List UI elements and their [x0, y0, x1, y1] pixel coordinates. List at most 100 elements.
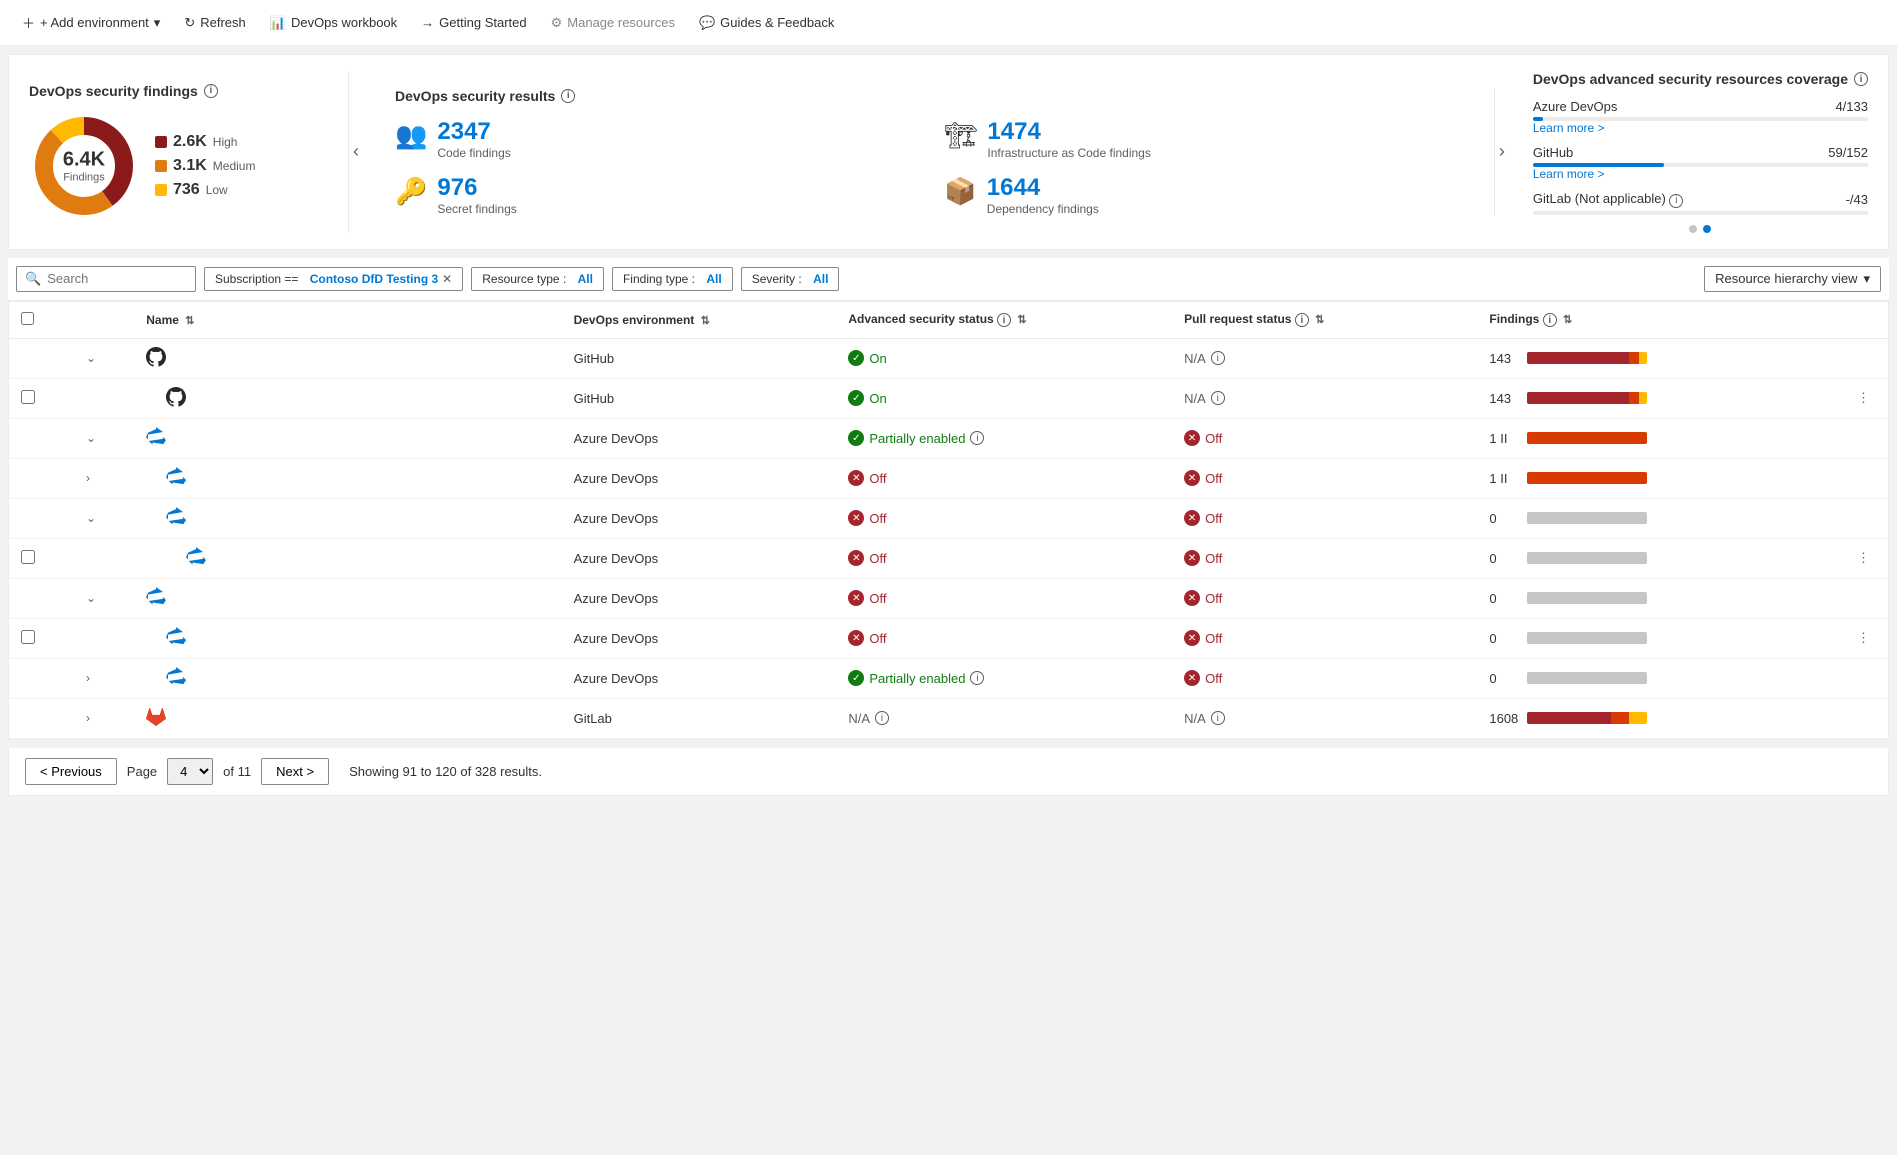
bar-gray: [1527, 632, 1647, 644]
expand-button[interactable]: ›: [82, 469, 94, 487]
row-checkbox-cell: [9, 698, 70, 738]
devops-workbook-button[interactable]: 📊 DevOps workbook: [260, 9, 407, 37]
env-sort-icon[interactable]: ⇅: [701, 315, 710, 327]
search-box[interactable]: 🔍: [16, 266, 196, 292]
results-info-icon[interactable]: i: [561, 89, 575, 103]
gitlab-info-icon[interactable]: i: [1669, 194, 1683, 208]
table-row: GitHub✓ OnN/A i 143 ⋮: [9, 378, 1888, 418]
row-expand-cell: [70, 378, 134, 418]
x-icon: ✕: [1184, 430, 1200, 446]
row-icon: [146, 595, 166, 610]
findings-count: 0: [1489, 631, 1521, 646]
pr-info-icon[interactable]: i: [1295, 313, 1309, 327]
row-expand-cell: ›: [70, 698, 134, 738]
expand-button[interactable]: ›: [82, 709, 94, 727]
row-checkbox-cell: [9, 418, 70, 458]
view-selector[interactable]: Resource hierarchy view ▾: [1704, 266, 1881, 292]
refresh-button[interactable]: ↻ Refresh: [174, 9, 255, 37]
legend-high: 2.6K High: [155, 133, 255, 151]
coverage-info-icon[interactable]: i: [1854, 72, 1868, 86]
getting-started-button[interactable]: → Getting Started: [411, 9, 536, 36]
header-name-col[interactable]: Name ⇅: [134, 302, 561, 339]
expand-button[interactable]: ›: [82, 669, 94, 687]
x-icon: ✕: [848, 550, 864, 566]
x-icon: ✕: [1184, 470, 1200, 486]
results-wrapper: ‹ DevOps security results i 👥 2347 Code …: [349, 71, 1509, 233]
name-sort-icon[interactable]: ⇅: [185, 315, 194, 327]
row-more-actions-button[interactable]: ⋮: [1851, 626, 1876, 649]
select-all-checkbox[interactable]: [21, 312, 34, 325]
row-env-cell: Azure DevOps: [562, 418, 837, 458]
table-row: Azure DevOps✕ Off✕ Off 0 ⋮: [9, 618, 1888, 658]
x-icon: ✕: [848, 630, 864, 646]
header-env-col[interactable]: DevOps environment ⇅: [562, 302, 837, 339]
previous-button[interactable]: < Previous: [25, 758, 117, 785]
x-icon: ✕: [848, 590, 864, 606]
check-icon: ✓: [848, 350, 864, 366]
pr-status-off: ✕ Off: [1184, 510, 1465, 526]
carousel-dot-1: [1689, 225, 1697, 233]
findings-bar-chart: [1527, 432, 1647, 444]
findings-count: 0: [1489, 591, 1521, 606]
na-info-icon[interactable]: i: [875, 711, 889, 725]
header-security-col[interactable]: Advanced security status i ⇅: [836, 302, 1172, 339]
na-info-icon[interactable]: i: [1211, 351, 1225, 365]
manage-resources-button[interactable]: ⚙ Manage resources: [541, 9, 685, 37]
security-info-icon[interactable]: i: [997, 313, 1011, 327]
coverage-github: GitHub 59/152 Learn more >: [1533, 145, 1868, 181]
row-expand-cell: ⌄: [70, 498, 134, 538]
row-checkbox-cell: [9, 498, 70, 538]
next-button[interactable]: Next >: [261, 758, 329, 785]
azure-devops-learn-more-link[interactable]: Learn more >: [1533, 121, 1868, 135]
carousel-next-button[interactable]: ›: [1495, 137, 1509, 166]
row-more-actions-button[interactable]: ⋮: [1851, 546, 1876, 569]
pr-sort-icon[interactable]: ⇅: [1315, 314, 1324, 326]
carousel-prev-button[interactable]: ‹: [349, 137, 363, 166]
guides-button[interactable]: 💬 Guides & Feedback: [689, 9, 844, 37]
row-actions-cell: [1813, 338, 1888, 378]
row-checkbox[interactable]: [21, 630, 35, 644]
na-info-icon[interactable]: i: [1211, 711, 1225, 725]
finding-type-filter[interactable]: Finding type : All: [612, 267, 733, 291]
row-findings-cell: 1608: [1477, 698, 1813, 738]
row-checkbox[interactable]: [21, 550, 35, 564]
security-sort-icon[interactable]: ⇅: [1017, 314, 1026, 326]
row-expand-cell: ›: [70, 458, 134, 498]
chart-icon: 📊: [270, 15, 286, 31]
findings-bar: 0: [1489, 591, 1801, 606]
collapse-button[interactable]: ⌄: [82, 589, 100, 607]
pr-status-na: N/A i: [1184, 351, 1465, 366]
na-info-icon[interactable]: i: [1211, 391, 1225, 405]
collapse-button[interactable]: ⌄: [82, 509, 100, 527]
row-more-actions-button[interactable]: ⋮: [1851, 386, 1876, 409]
findings-title: DevOps security findings i: [29, 83, 255, 99]
resource-type-filter[interactable]: Resource type : All: [471, 267, 604, 291]
row-name-cell: [134, 658, 561, 698]
github-learn-more-link[interactable]: Learn more >: [1533, 167, 1868, 181]
header-pr-col[interactable]: Pull request status i ⇅: [1172, 302, 1477, 339]
partial-info-icon[interactable]: i: [970, 431, 984, 445]
row-icon: [166, 515, 186, 530]
pr-status-na: N/A i: [1184, 711, 1465, 726]
partial-info-icon[interactable]: i: [970, 671, 984, 685]
arrow-icon: →: [421, 15, 434, 30]
header-findings-col[interactable]: Findings i ⇅: [1477, 302, 1813, 339]
findings-info-icon[interactable]: i: [1543, 313, 1557, 327]
severity-filter[interactable]: Severity : All: [741, 267, 840, 291]
findings-info-icon[interactable]: i: [204, 84, 218, 98]
page-label: Page: [127, 764, 157, 779]
findings-sort-icon[interactable]: ⇅: [1563, 314, 1572, 326]
collapse-button[interactable]: ⌄: [82, 349, 100, 367]
add-environment-button[interactable]: ＋ + Add environment ▾: [12, 7, 170, 38]
findings-bar: 1 II: [1489, 471, 1801, 486]
subscription-filter[interactable]: Subscription == Contoso DfD Testing 3 ✕: [204, 267, 463, 291]
row-checkbox[interactable]: [21, 390, 35, 404]
pr-status-off: ✕ Off: [1184, 470, 1465, 486]
coverage-azure-devops: Azure DevOps 4/133 Learn more >: [1533, 99, 1868, 135]
search-input[interactable]: [47, 271, 187, 286]
findings-count: 1608: [1489, 711, 1521, 726]
page-select[interactable]: 4: [167, 758, 213, 785]
refresh-icon: ↻: [184, 15, 195, 31]
top-toolbar: ＋ + Add environment ▾ ↻ Refresh 📊 DevOps…: [0, 0, 1897, 46]
collapse-button[interactable]: ⌄: [82, 429, 100, 447]
